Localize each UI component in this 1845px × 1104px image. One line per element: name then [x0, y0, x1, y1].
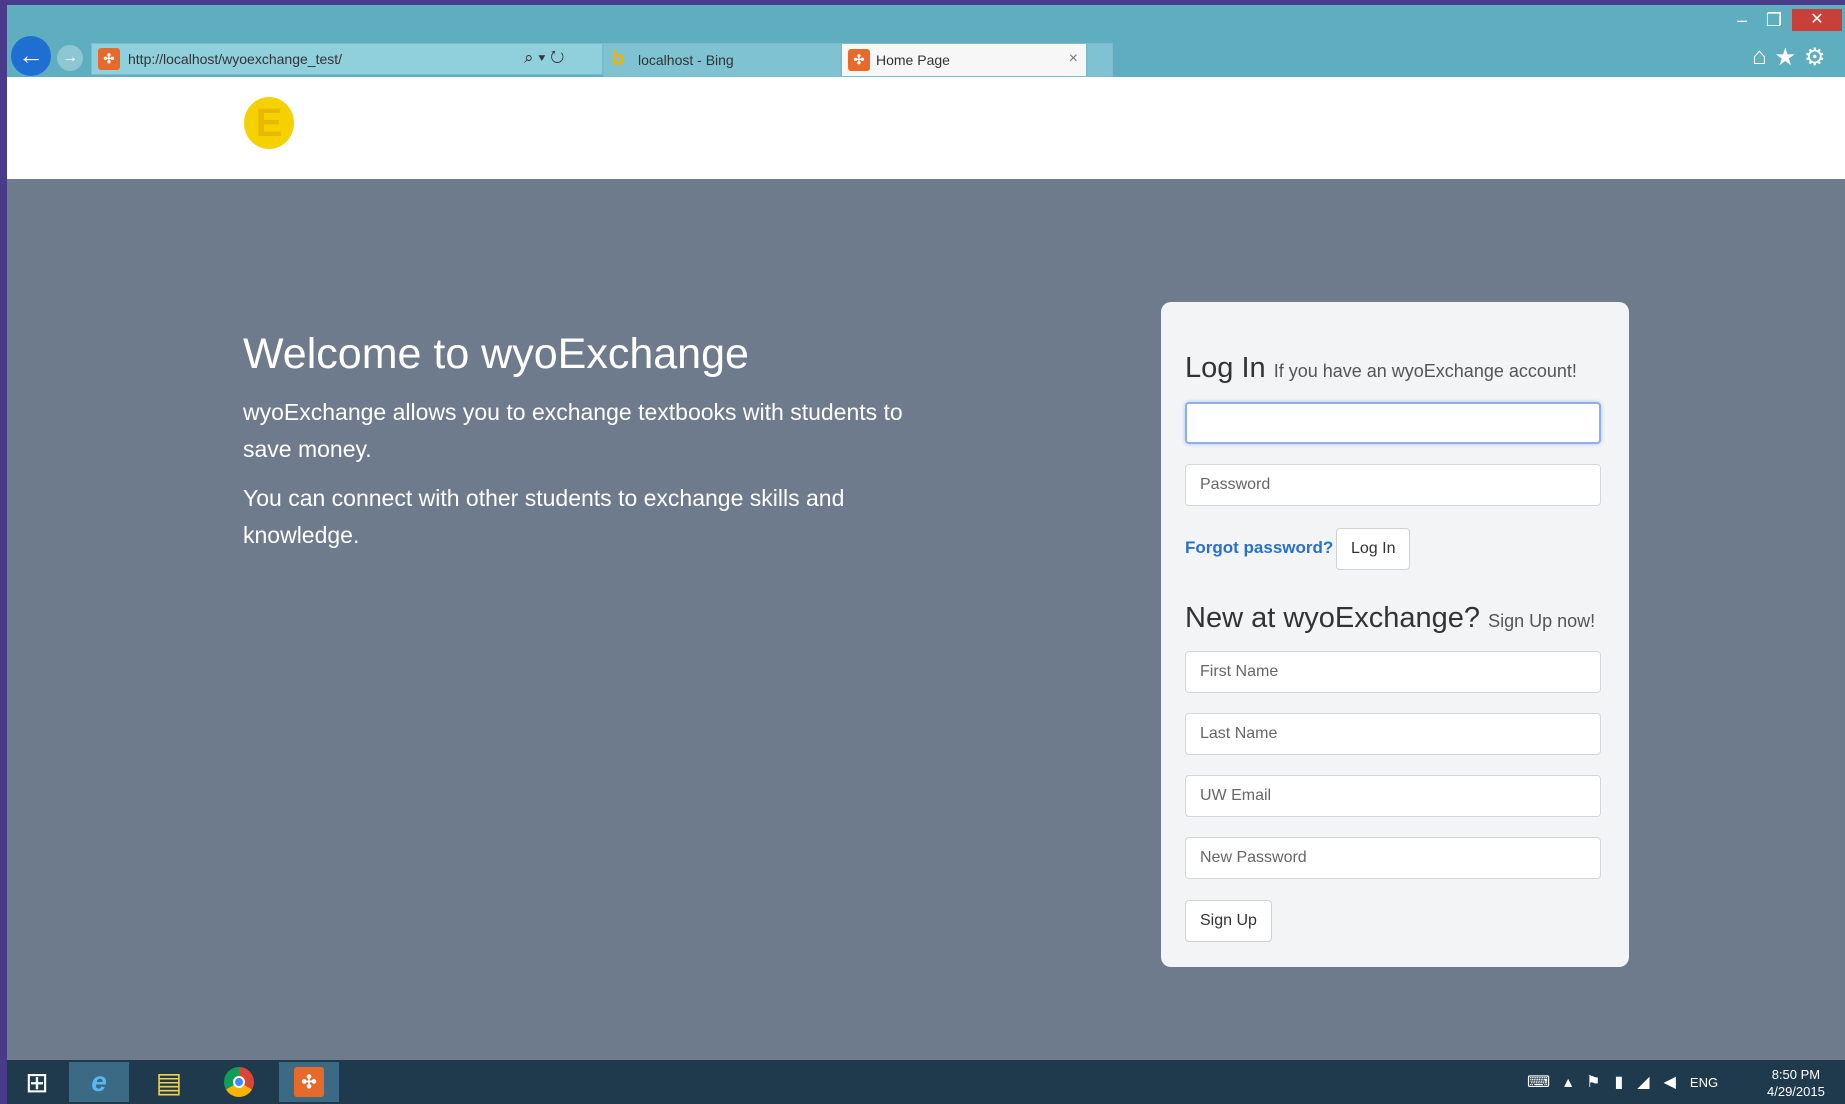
tab-bing[interactable]: b localhost - Bing — [603, 43, 841, 77]
refresh-icon[interactable]: ↻ — [550, 48, 564, 67]
chevron-up-icon[interactable]: ▴ — [1564, 1072, 1572, 1092]
address-bar[interactable]: ✣ http://localhost/wyoexchange_test/ ⌕ ▾… — [91, 43, 603, 75]
system-tray: ⌨ ▴ ⚑ ▮ ◢ ◀ ENG — [1527, 1072, 1718, 1092]
minimize-button[interactable]: – — [1727, 9, 1757, 31]
volume-icon[interactable]: ◀ — [1664, 1072, 1676, 1092]
tab-label: localhost - Bing — [638, 52, 734, 68]
page-title: Welcome to wyoExchange — [243, 330, 749, 378]
home-icon[interactable]: ⌂ — [1752, 43, 1767, 72]
search-icon[interactable]: ⌕ — [524, 48, 534, 67]
close-tab-icon[interactable]: × — [1069, 50, 1078, 68]
xampp-favicon-icon: ✣ — [848, 49, 870, 71]
clock-date: 4/29/2015 — [1767, 1084, 1825, 1099]
login-title: Log In — [1185, 352, 1266, 384]
address-url[interactable]: http://localhost/wyoexchange_test/ — [128, 51, 342, 67]
signup-button[interactable]: Sign Up — [1185, 900, 1272, 942]
chrome-icon[interactable] — [209, 1062, 269, 1102]
login-subtitle: If you have an wyoExchange account! — [1273, 361, 1577, 381]
hero-description-secondary: You can connect with other students to e… — [243, 485, 845, 548]
bing-icon: b — [612, 48, 625, 70]
last-name-field[interactable] — [1185, 713, 1601, 755]
internet-explorer-icon[interactable]: e — [69, 1062, 129, 1102]
email-field[interactable] — [1185, 775, 1601, 817]
browser-window: – ❐ ✕ ← → ✣ http://localhost/wyoexchange… — [7, 5, 1845, 1104]
battery-icon[interactable]: ▮ — [1614, 1072, 1623, 1092]
file-explorer-icon[interactable]: ▤ — [139, 1062, 199, 1102]
clock[interactable]: 8:50 PM 4/29/2015 — [1767, 1066, 1825, 1100]
login-password-field[interactable] — [1185, 464, 1601, 506]
network-icon[interactable]: ◢ — [1637, 1072, 1649, 1092]
hero-description: wyoExchange allows you to exchange textb… — [243, 399, 903, 462]
forward-button[interactable]: → — [57, 45, 83, 71]
maximize-button[interactable]: ❐ — [1759, 9, 1789, 31]
chevron-down-icon[interactable]: ▾ — [538, 48, 545, 67]
browser-chrome: – ❐ ✕ ← → ✣ http://localhost/wyoexchange… — [7, 5, 1845, 77]
xampp-icon[interactable]: ✣ — [279, 1062, 339, 1102]
tab-home-page[interactable]: ✣ Home Page × — [841, 43, 1087, 77]
signup-subtitle: Sign Up now! — [1488, 611, 1596, 631]
new-password-field[interactable] — [1185, 837, 1601, 879]
taskbar: ⊞ e ▤ ✣ ⌨ ▴ ⚑ ▮ ◢ ◀ ENG 8:50 PM 4/29/201… — [7, 1060, 1845, 1104]
forgot-password-link[interactable]: Forgot password? — [1185, 538, 1333, 558]
keyboard-icon[interactable]: ⌨ — [1527, 1072, 1550, 1092]
windows-start-icon[interactable]: ⊞ — [7, 1062, 67, 1102]
star-icon[interactable]: ★ — [1775, 43, 1797, 72]
tab-label: Home Page — [876, 52, 950, 68]
signup-heading: New at wyoExchange? Sign Up now! — [1185, 602, 1595, 635]
clock-time: 8:50 PM — [1771, 1067, 1821, 1082]
signup-title: New at wyoExchange? — [1185, 602, 1480, 634]
gear-icon[interactable]: ⚙ — [1804, 43, 1826, 72]
first-name-field[interactable] — [1185, 651, 1601, 693]
back-button[interactable]: ← — [11, 36, 51, 76]
close-window-button[interactable]: ✕ — [1792, 9, 1842, 31]
site-header: E — [7, 77, 1845, 179]
login-username-field[interactable] — [1185, 402, 1601, 444]
flag-icon[interactable]: ⚑ — [1586, 1072, 1600, 1092]
xampp-favicon-icon: ✣ — [98, 48, 120, 70]
new-tab-button[interactable] — [1087, 43, 1113, 77]
login-heading: Log In If you have an wyoExchange accoun… — [1185, 352, 1577, 385]
auth-card: Log In If you have an wyoExchange accoun… — [1161, 302, 1629, 967]
login-button[interactable]: Log In — [1336, 528, 1411, 570]
language-indicator[interactable]: ENG — [1690, 1075, 1718, 1090]
site-logo[interactable]: E — [244, 97, 294, 149]
